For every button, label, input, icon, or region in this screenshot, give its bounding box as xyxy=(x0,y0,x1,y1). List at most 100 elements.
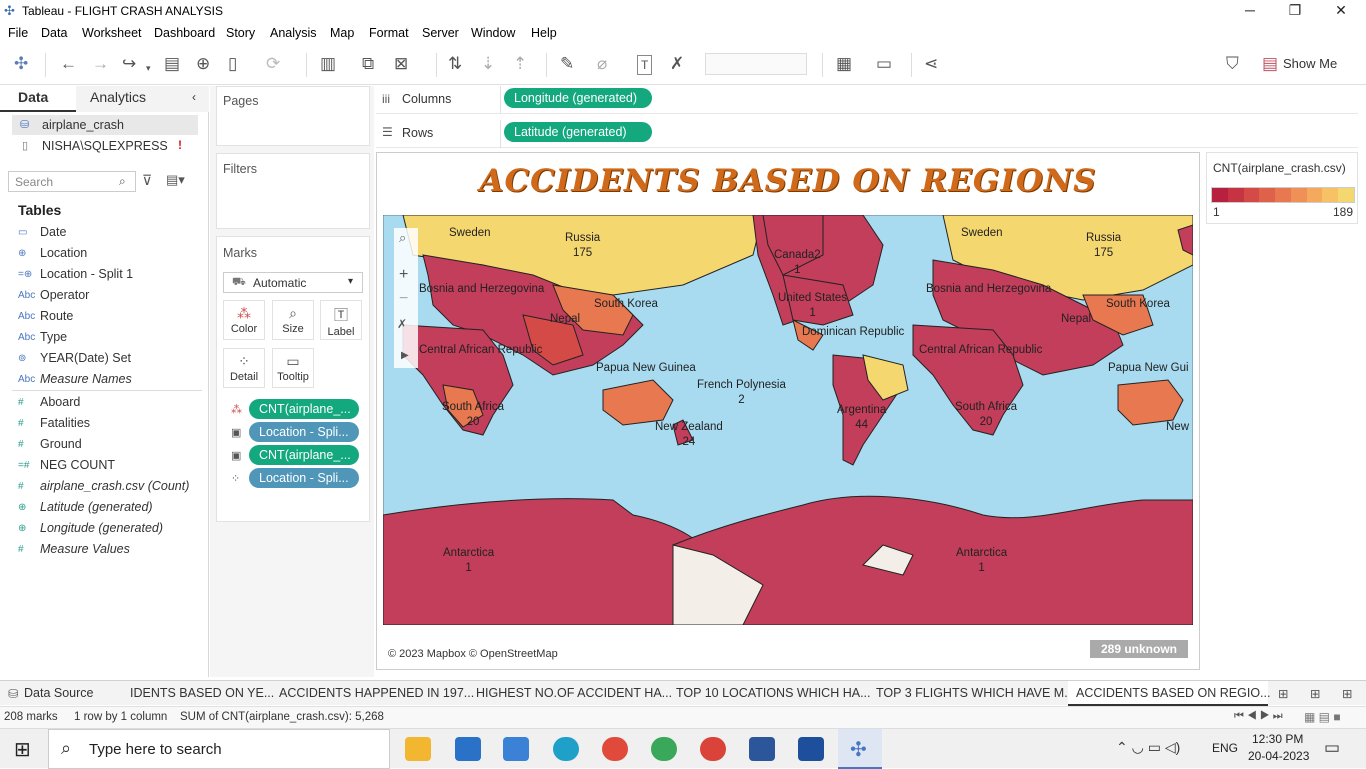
swap-icon[interactable]: ⇅ xyxy=(448,55,462,73)
menu-file[interactable]: File xyxy=(8,26,28,40)
new-worksheet-icon[interactable]: ▥ xyxy=(320,55,336,73)
presentation-icon[interactable]: ▦ xyxy=(836,55,852,73)
tab-sheet[interactable]: HIGHEST NO.OF ACCIDENT HA... xyxy=(476,686,672,700)
file-explorer-icon[interactable] xyxy=(405,737,431,761)
field-aboard[interactable]: # Aboard xyxy=(18,395,80,409)
chrome-profile2-icon[interactable] xyxy=(700,737,726,761)
duplicate-icon[interactable]: ⧉ xyxy=(362,55,374,73)
field-ground[interactable]: # Ground xyxy=(18,437,82,451)
menu-story[interactable]: Story xyxy=(226,26,255,40)
edge-icon[interactable] xyxy=(553,737,579,761)
clear-sheet-icon[interactable]: ⊠ xyxy=(394,55,408,73)
marks-pill-color[interactable]: CNT(airplane_... xyxy=(249,399,359,419)
language-indicator[interactable]: ENG xyxy=(1212,741,1238,755)
mail-icon[interactable] xyxy=(455,737,481,761)
field-route[interactable]: Abc Route xyxy=(18,309,73,323)
menu-map[interactable]: Map xyxy=(330,26,354,40)
word-icon[interactable] xyxy=(749,737,775,761)
field-measure-names[interactable]: Abc Measure Names xyxy=(18,372,132,386)
sort-desc-icon[interactable]: ⇡ xyxy=(513,55,527,73)
detail-button[interactable]: ⁘ Detail xyxy=(223,348,265,388)
tab-sheet[interactable]: TOP 10 LOCATIONS WHICH HA... xyxy=(676,686,870,700)
show-me-button[interactable]: Show Me xyxy=(1283,56,1337,71)
rows-shelf[interactable]: ☰ Rows Latitude (generated) xyxy=(376,120,1358,148)
unknown-indicator[interactable]: 289 unknown xyxy=(1090,640,1188,658)
new-dashboard-icon[interactable]: ⊞ xyxy=(1310,686,1320,701)
windows-start-icon[interactable]: ⊞ xyxy=(14,737,31,762)
rows-pill[interactable]: Latitude (generated) xyxy=(504,122,652,142)
new-story-icon[interactable]: ⊞ xyxy=(1342,686,1352,701)
field-operator[interactable]: Abc Operator xyxy=(18,288,89,302)
tab-data[interactable]: Data xyxy=(0,86,76,112)
marks-pill-detail[interactable]: Location - Spli... xyxy=(249,468,359,488)
new-datasource-icon[interactable]: ⊕ xyxy=(196,55,210,73)
fit-dropdown[interactable] xyxy=(705,53,807,75)
columns-pill[interactable]: Longitude (generated) xyxy=(504,88,652,108)
tooltip-button[interactable]: ▭ Tooltip xyxy=(272,348,314,388)
menu-server[interactable]: Server xyxy=(422,26,459,40)
zoom-in-icon[interactable]: + xyxy=(399,266,408,284)
dropdown-icon[interactable]: ▾ xyxy=(146,59,151,77)
field-neg-count[interactable]: =# NEG COUNT xyxy=(18,458,115,472)
field-year-set[interactable]: ⊚ YEAR(Date) Set xyxy=(18,351,131,365)
menu-worksheet[interactable]: Worksheet xyxy=(82,26,142,40)
view-options-icon[interactable]: ▤▾ xyxy=(166,172,185,188)
search-input[interactable]: Search ⌕ xyxy=(8,171,136,192)
chrome-profile-icon[interactable] xyxy=(651,737,677,761)
minimize-button[interactable]: ─ xyxy=(1240,2,1260,18)
sort-asc-icon[interactable]: ⇣ xyxy=(481,55,495,73)
new-worksheet-icon[interactable]: ⊞ xyxy=(1278,686,1288,701)
store-icon[interactable] xyxy=(503,737,529,761)
datasource-sqlexpress[interactable]: ▯ NISHA\SQLEXPRESS ! xyxy=(12,136,198,156)
show-labels-icon[interactable]: T xyxy=(637,55,653,75)
menu-window[interactable]: Window xyxy=(471,26,515,40)
field-type[interactable]: Abc Type xyxy=(18,330,67,344)
tableau-home-icon[interactable]: ✣ xyxy=(14,55,28,73)
zoom-out-icon[interactable]: − xyxy=(399,290,408,308)
show-me-icon[interactable]: ▤ xyxy=(1262,55,1278,73)
size-button[interactable]: ⌕ Size xyxy=(272,300,314,340)
menu-data[interactable]: Data xyxy=(41,26,67,40)
marks-pill-label-location[interactable]: Location - Spli... xyxy=(249,422,359,442)
menu-format[interactable]: Format xyxy=(369,26,409,40)
field-date[interactable]: ▭ Date xyxy=(18,225,66,239)
share-icon[interactable]: ⋖ xyxy=(924,55,938,73)
fix-axes-icon[interactable]: ✗ xyxy=(670,55,684,73)
sheet-view-icons[interactable]: ▦ ▤ ■ xyxy=(1304,710,1341,724)
label-button[interactable]: 🅃 Label xyxy=(320,300,362,340)
menu-help[interactable]: Help xyxy=(531,26,557,40)
group-icon[interactable]: ⌀ xyxy=(597,55,607,73)
field-location[interactable]: ⊕ Location xyxy=(18,246,87,260)
mark-type-select[interactable]: ⛟ Automatic ▾ xyxy=(223,272,363,293)
highlight-icon[interactable]: ✎ xyxy=(560,55,574,73)
tab-sheet[interactable]: ACCIDENTS HAPPENED IN 197... xyxy=(279,686,474,700)
color-button[interactable]: ⁂ Color xyxy=(223,300,265,340)
tab-analytics[interactable]: Analytics ‹ xyxy=(76,86,209,112)
field-count[interactable]: # airplane_crash.csv (Count) xyxy=(18,479,189,493)
photos-icon[interactable] xyxy=(798,737,824,761)
field-fatalities[interactable]: # Fatalities xyxy=(18,416,90,430)
taskbar-search[interactable]: ⌕ Type here to search xyxy=(48,729,390,769)
device-preview-icon[interactable]: ▭ xyxy=(876,55,892,73)
tab-active[interactable]: ACCIDENTS BASED ON REGIO... xyxy=(1068,681,1270,706)
replay-icon[interactable]: ↪ xyxy=(122,55,136,73)
expand-toolbar-icon[interactable]: ▶ xyxy=(401,350,409,361)
undo-icon[interactable]: ← xyxy=(60,55,77,73)
clock-date[interactable]: 20-04-2023 xyxy=(1248,749,1309,763)
save-icon[interactable]: ▤ xyxy=(164,55,180,73)
field-latitude[interactable]: ⊕ Latitude (generated) xyxy=(18,500,153,514)
field-measure-values[interactable]: # Measure Values xyxy=(18,542,130,556)
tray-icons[interactable]: ⌃ ◡ ▭ ◁) xyxy=(1116,739,1180,756)
menu-dashboard[interactable]: Dashboard xyxy=(154,26,215,40)
menu-analysis[interactable]: Analysis xyxy=(270,26,317,40)
tab-data-source[interactable]: Data Source xyxy=(24,686,93,700)
marks-pill-label-count[interactable]: CNT(airplane_... xyxy=(249,445,359,465)
format-icon[interactable]: ⛉ xyxy=(1226,55,1239,73)
filters-card[interactable]: Filters xyxy=(216,153,370,229)
close-button[interactable]: ✕ xyxy=(1331,2,1351,19)
map-search-icon[interactable]: ⌕ xyxy=(399,230,406,246)
pages-card[interactable]: Pages xyxy=(216,86,370,146)
restore-button[interactable]: ❐ xyxy=(1285,2,1305,19)
datasource-airplane-crash[interactable]: ⛁ airplane_crash xyxy=(12,115,198,135)
tab-sheet[interactable]: IDENTS BASED ON YE... xyxy=(130,686,274,700)
